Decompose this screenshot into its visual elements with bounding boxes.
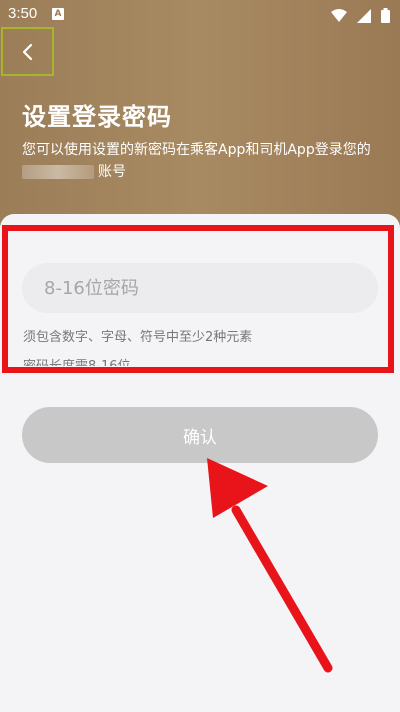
chevron-left-icon [22,43,32,60]
page-title: 设置登录密码 [22,103,172,131]
notification-icon: A [52,8,64,20]
confirm-button[interactable]: 确认 [22,407,378,463]
masked-account [22,165,94,179]
battery-icon [381,8,390,23]
highlight-annotation-box [2,225,394,373]
subtitle-line-1: 您可以使用设置的新密码在乘客App和司机App登录您的 [22,142,371,158]
subtitle-line-2-suffix: 账号 [98,164,126,180]
status-time: 3:50 [8,5,38,22]
back-button[interactable] [1,27,54,76]
page-subtitle: 您可以使用设置的新密码在乘客App和司机App登录您的 账号 [22,139,382,183]
wifi-icon [331,8,348,22]
status-icons [326,6,390,24]
signal-icon [357,8,372,23]
status-bar: 3:50 A [0,0,400,28]
subtitle-line-2: 账号 [22,161,382,183]
